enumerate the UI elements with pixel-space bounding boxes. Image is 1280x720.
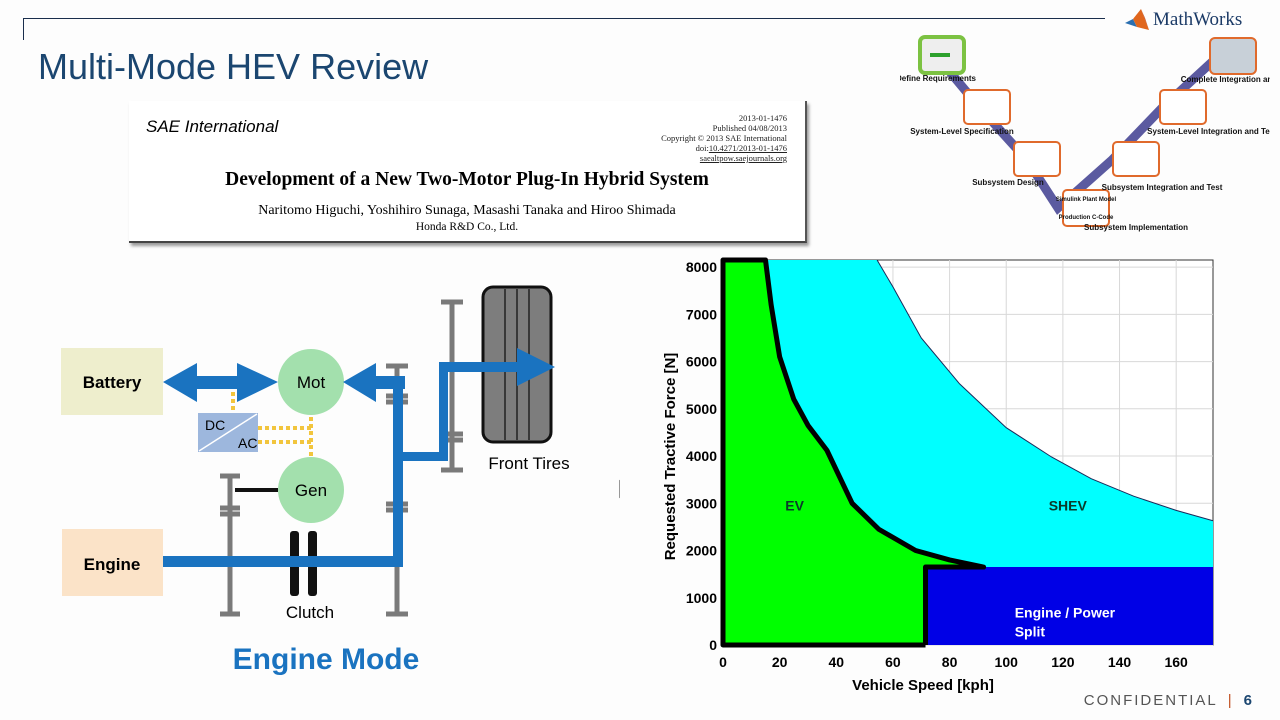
engine-label: Engine xyxy=(84,555,141,574)
stage-label: Subsystem Implementation xyxy=(1084,223,1188,232)
x-tick-label: 0 xyxy=(719,654,727,670)
x-tick-label: 40 xyxy=(829,654,845,670)
y-axis-label: Requested Tractive Force [N] xyxy=(662,353,679,561)
x-tick-label: 100 xyxy=(995,654,1019,670)
y-tick-label: 6000 xyxy=(686,354,717,370)
y-tick-label: 7000 xyxy=(686,306,717,322)
y-tick-label: 3000 xyxy=(686,495,717,511)
published-date: Published 04/08/2013 xyxy=(712,123,787,133)
stage-box-line: Simulink Plant Model xyxy=(1056,197,1117,203)
stage-box-design xyxy=(1013,141,1061,177)
front-tires-label: Front Tires xyxy=(488,454,569,473)
mathworks-logo: MathWorks xyxy=(1124,8,1242,32)
region-label: Split xyxy=(1015,624,1046,640)
stage-label: Define Requirements xyxy=(900,74,977,83)
mode-title: Engine Mode xyxy=(233,643,420,676)
stage-label: System-Level Specification xyxy=(910,127,1014,136)
region-label: EV xyxy=(785,497,804,513)
y-tick-label: 4000 xyxy=(686,448,717,464)
operating-mode-chart: 0 20 40 60 80 100 120 140 160 0 1000 2000 3000 4000 50… xyxy=(662,257,1214,694)
confidential-label: CONFIDENTIAL xyxy=(1083,692,1218,709)
stage-label: System-Level Integration and Test xyxy=(1147,127,1270,136)
x-tick-label: 20 xyxy=(772,654,788,670)
x-tick-label: 120 xyxy=(1051,654,1075,670)
stage-label: Subsystem Design xyxy=(972,178,1044,187)
battery-label: Battery xyxy=(83,373,142,392)
logo-text: MathWorks xyxy=(1153,9,1243,30)
y-tick-label: 2000 xyxy=(686,543,717,559)
footer: CONFIDENTIAL | 6 xyxy=(1084,692,1252,709)
generator-label: Gen xyxy=(295,481,327,500)
doi-link[interactable]: 10.4271/2013-01-1476 xyxy=(709,143,787,153)
region-label: SHEV xyxy=(1049,497,1088,513)
region-label: Engine / Power xyxy=(1015,605,1116,621)
stage-label: Subsystem Integration and Test xyxy=(1102,183,1223,192)
powertrain-diagram: Battery Engine DC AC Mot Gen Front Tires… xyxy=(61,285,620,676)
converter-dc-label: DC xyxy=(205,417,225,433)
stage-box-spec xyxy=(963,89,1011,125)
y-tick-label: 1000 xyxy=(686,590,717,606)
doi-prefix: doi: xyxy=(695,143,709,153)
copyright: Copyright © 2013 SAE International xyxy=(661,133,787,143)
v-model-diagram: Define Requirements System-Level Specifi… xyxy=(900,35,1270,232)
y-tick-label: 5000 xyxy=(686,401,717,417)
motor-label: Mot xyxy=(297,373,326,392)
slide: Multi-Mode HEV Review MathWorks SAE Inte… xyxy=(0,0,1280,720)
x-tick-label: 140 xyxy=(1108,654,1132,670)
engine-shaft-flow xyxy=(163,556,403,567)
x-tick-label: 160 xyxy=(1164,654,1188,670)
x-tick-label: 80 xyxy=(942,654,958,670)
journal-site[interactable]: saealtpow.saejournals.org xyxy=(661,153,787,163)
paper-meta: 2013-01-1476 Published 04/08/2013 Copyri… xyxy=(661,113,787,163)
paper-number: 2013-01-1476 xyxy=(738,113,787,123)
x-tick-label: 60 xyxy=(885,654,901,670)
stage-box-line: Production C-Code xyxy=(1059,215,1114,221)
membrane-icon xyxy=(1125,9,1149,30)
stage-box-system-test xyxy=(1159,89,1207,125)
x-axis-label: Vehicle Speed [kph] xyxy=(852,677,994,694)
stage-box-subsystem-test xyxy=(1112,141,1160,177)
y-tick-label: 0 xyxy=(709,637,717,653)
converter-ac-label: AC xyxy=(238,435,257,451)
page-number: 6 xyxy=(1243,692,1252,709)
y-tick-label: 8000 xyxy=(686,259,717,275)
stage-label: Complete Integration and Test xyxy=(1181,75,1270,84)
battery-motor-arrow xyxy=(163,363,278,402)
stage-box-complete xyxy=(1209,37,1257,75)
clutch-label: Clutch xyxy=(286,603,334,622)
footer-separator: | xyxy=(1227,692,1234,709)
